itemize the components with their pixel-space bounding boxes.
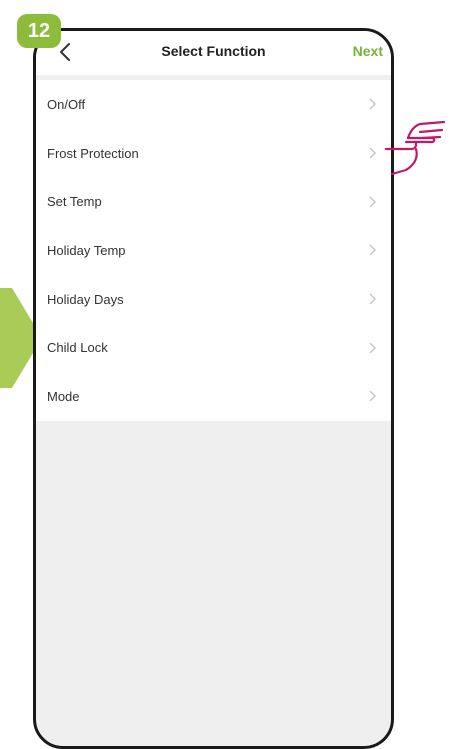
function-item-on-off[interactable]: On/Off (36, 80, 391, 129)
pointing-hand-icon (384, 120, 446, 176)
function-item-label: Child Lock (47, 340, 108, 356)
phone-screen: Select Function Next On/Off Frost Protec… (33, 28, 394, 749)
function-item-holiday-days[interactable]: Holiday Days (36, 275, 391, 324)
chevron-right-icon (369, 342, 376, 354)
step-number-badge: 12 (17, 14, 61, 48)
function-item-label: Frost Protection (47, 145, 139, 161)
function-list: On/Off Frost Protection Set Temp Holiday… (36, 80, 391, 421)
function-item-set-temp[interactable]: Set Temp (36, 177, 391, 226)
function-item-mode[interactable]: Mode (36, 372, 391, 421)
function-item-label: On/Off (47, 96, 86, 112)
chevron-right-icon (369, 98, 376, 110)
function-item-holiday-temp[interactable]: Holiday Temp (36, 226, 391, 275)
function-item-child-lock[interactable]: Child Lock (36, 323, 391, 372)
function-item-label: Mode (47, 388, 80, 404)
next-button[interactable]: Next (353, 43, 383, 59)
nav-bar: Select Function Next (36, 31, 391, 75)
chevron-right-icon (369, 244, 376, 256)
chevron-right-icon (369, 196, 376, 208)
chevron-right-icon (369, 390, 376, 402)
page-title: Select Function (161, 43, 266, 59)
function-item-label: Holiday Days (47, 291, 124, 307)
chevron-right-icon (369, 147, 376, 159)
chevron-right-icon (369, 293, 376, 305)
function-item-frost-protection[interactable]: Frost Protection (36, 129, 391, 178)
function-item-label: Set Temp (47, 194, 102, 210)
function-item-label: Holiday Temp (47, 242, 126, 258)
